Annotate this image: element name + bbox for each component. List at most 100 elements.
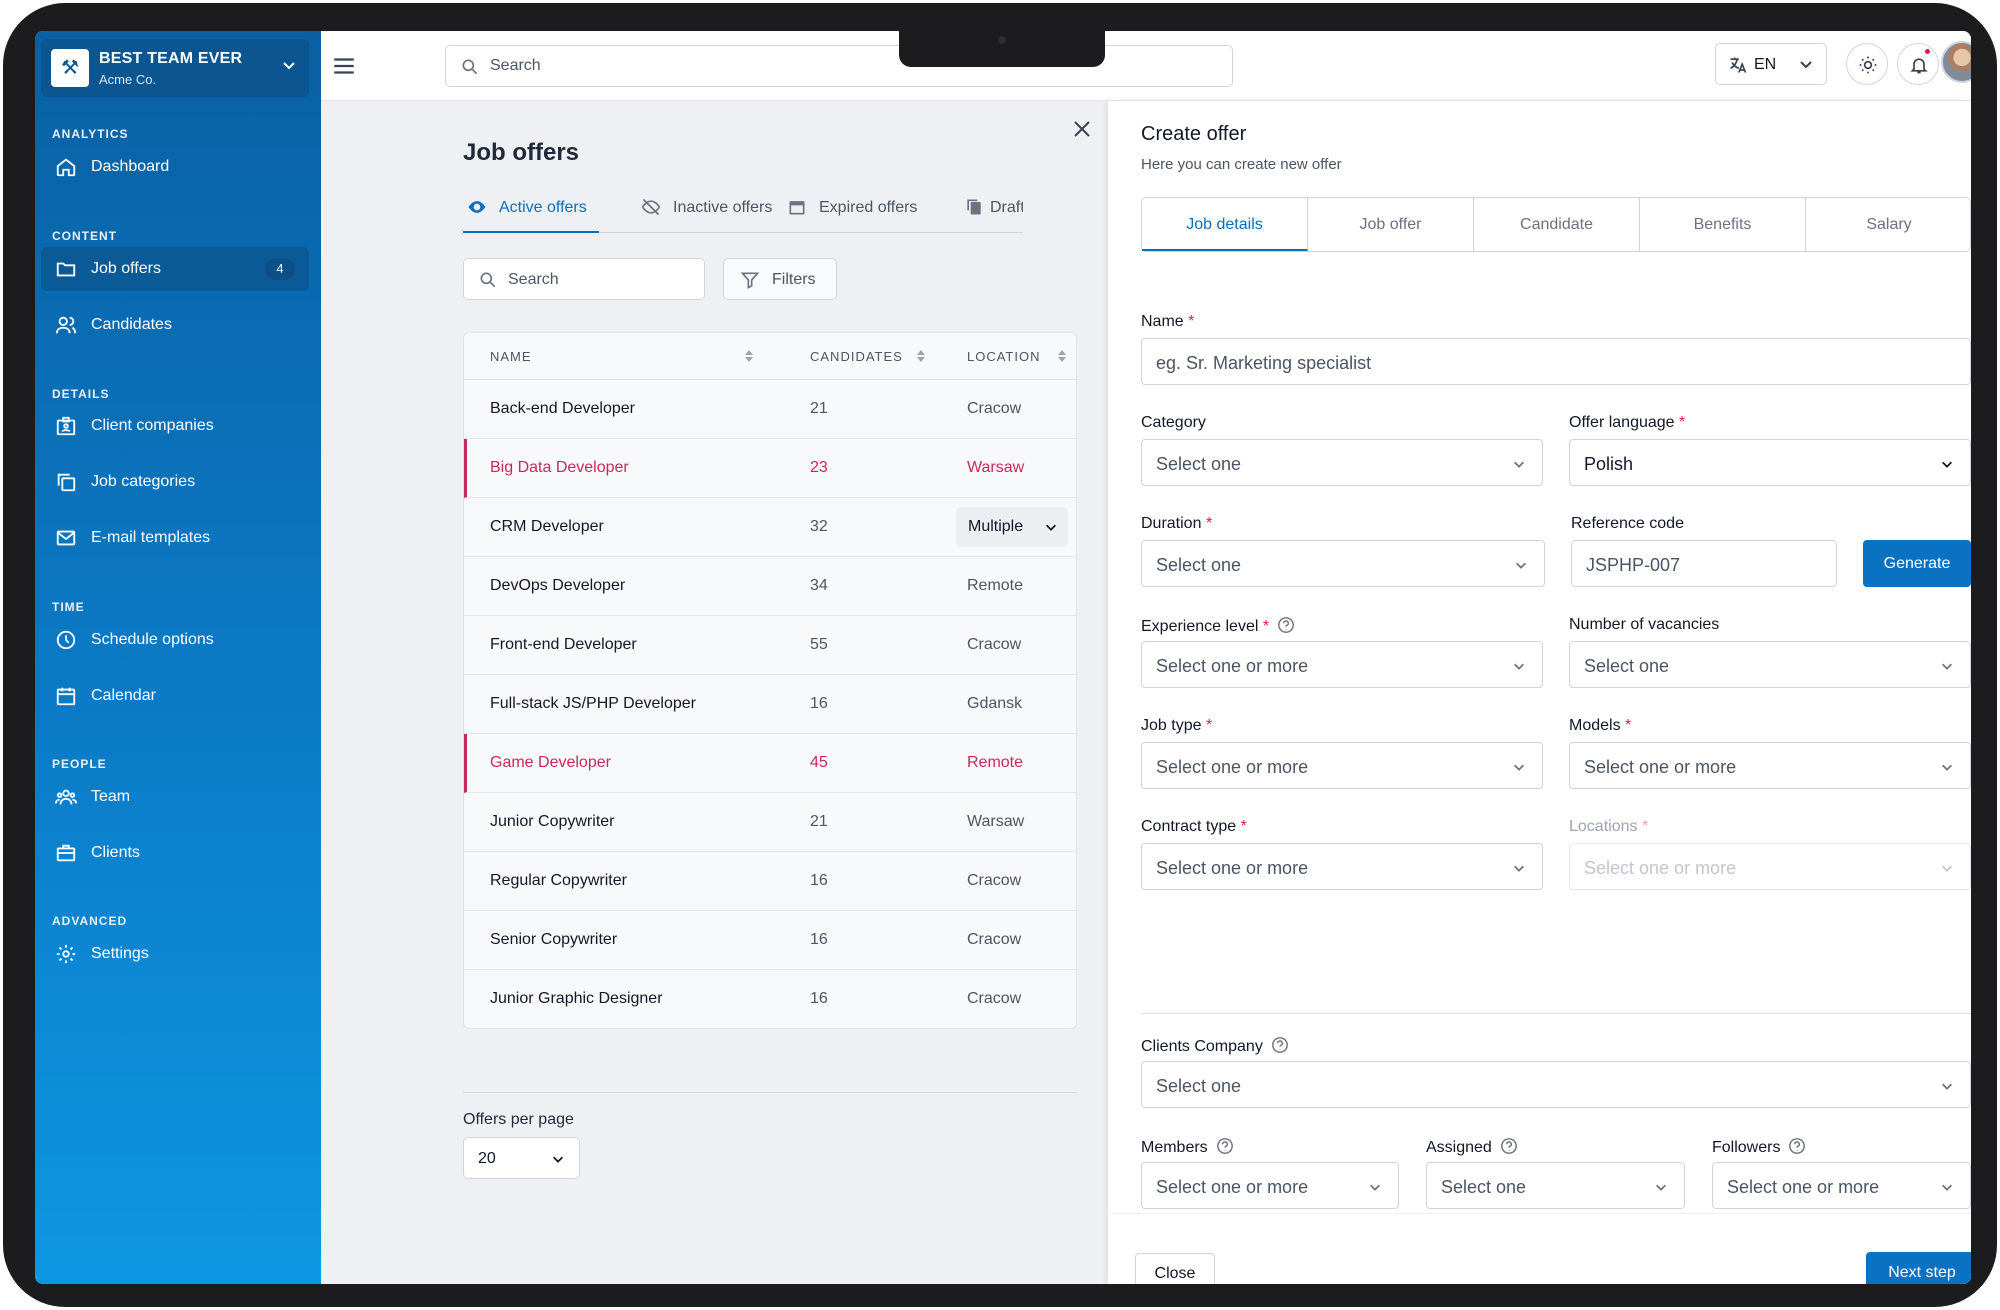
sidebar-item-settings[interactable]: Settings <box>41 932 309 976</box>
clock-icon <box>56 630 76 650</box>
sort-icon[interactable] <box>916 348 926 364</box>
name-input[interactable]: eg. Sr. Marketing specialist <box>1141 338 1971 385</box>
cell-location: Cracow <box>967 636 1022 653</box>
help-icon[interactable] <box>1788 1137 1806 1155</box>
contract-type-select[interactable]: Select one or more <box>1141 843 1543 890</box>
table-row[interactable]: Regular Copywriter 16 Cracow <box>464 852 1076 911</box>
mail-icon <box>56 530 76 546</box>
assigned-label: Assigned <box>1426 1137 1518 1157</box>
table-row[interactable]: Junior Graphic Designer 16 Cracow <box>464 970 1076 1028</box>
cell-candidates: 16 <box>810 931 828 948</box>
vacancies-select[interactable]: Select one <box>1569 641 1971 688</box>
sort-icon[interactable] <box>1057 348 1067 364</box>
sidebar-item-label: Settings <box>91 945 149 962</box>
offers-per-page-select[interactable]: 20 <box>463 1137 580 1179</box>
help-icon[interactable] <box>1500 1137 1518 1155</box>
sidebar-item-team[interactable]: Team <box>41 775 309 819</box>
experience-level-label: Experience level * <box>1141 616 1295 636</box>
tab-expired-offers[interactable]: Expired offers <box>783 181 923 233</box>
chevron-down-icon <box>1942 764 1952 771</box>
sidebar-item-calendar[interactable]: Calendar <box>41 674 309 718</box>
sidebar-item-clients[interactable]: Clients <box>41 831 309 875</box>
duration-value: Select one <box>1156 555 1242 575</box>
sidebar-item-dashboard[interactable]: Dashboard <box>41 145 309 189</box>
language-select[interactable]: EN <box>1715 43 1827 85</box>
cell-name: Full-stack JS/PHP Developer <box>490 695 696 712</box>
sort-icon[interactable] <box>744 348 754 364</box>
location-dropdown-value: Multiple <box>968 518 1024 535</box>
tab-salary[interactable]: Salary <box>1806 198 1971 251</box>
tab-job-details[interactable]: Job details <box>1142 198 1308 251</box>
next-step-button[interactable]: Next step <box>1866 1252 1971 1284</box>
filters-button[interactable]: Filters <box>723 258 837 300</box>
vacancies-label: Number of vacancies <box>1569 616 1720 633</box>
sidebar-item-job-offers[interactable]: Job offers 4 <box>41 247 309 291</box>
job-type-select[interactable]: Select one or more <box>1141 742 1543 789</box>
tab-inactive-offers[interactable]: Inactive offers <box>637 181 787 233</box>
table-row[interactable]: Game Developer 45 Remote <box>464 734 1076 793</box>
close-button[interactable]: Close <box>1135 1253 1215 1284</box>
table-row[interactable]: Front-end Developer 55 Cracow <box>464 616 1076 675</box>
sidebar-item-candidates[interactable]: Candidates <box>41 303 309 347</box>
sidebar-item-client-companies[interactable]: Client companies <box>41 404 309 448</box>
table-row[interactable]: DevOps Developer 34 Remote <box>464 557 1076 616</box>
sidebar-item-email-templates[interactable]: E-mail templates <box>41 516 309 560</box>
location-dropdown[interactable]: Multiple <box>956 507 1068 547</box>
global-search[interactable] <box>445 45 1233 87</box>
close-icon[interactable] <box>1070 117 1094 141</box>
hamburger-menu-icon[interactable] <box>331 53 357 79</box>
generate-button[interactable]: Generate <box>1863 540 1971 587</box>
models-select[interactable]: Select one or more <box>1569 742 1971 789</box>
column-header-location[interactable]: LOCATION <box>967 349 1041 364</box>
sidebar-item-label: Candidates <box>91 316 172 333</box>
section-title-details: DETAILS <box>52 387 110 401</box>
theme-toggle-button[interactable] <box>1846 43 1888 85</box>
chevron-down-icon <box>553 1156 563 1163</box>
tab-benefits[interactable]: Benefits <box>1640 198 1806 251</box>
sidebar-item-label: Dashboard <box>91 158 170 175</box>
tab-active-offers[interactable]: Active offers <box>463 181 599 233</box>
help-icon[interactable] <box>1277 616 1295 634</box>
sidebar-item-schedule-options[interactable]: Schedule options <box>41 618 309 662</box>
search-placeholder: Search <box>508 271 559 288</box>
list-search-input[interactable]: Search <box>463 258 705 300</box>
sidebar-item-label: Calendar <box>91 687 156 704</box>
category-select[interactable]: Select one <box>1141 439 1543 486</box>
members-select[interactable]: Select one or more <box>1141 1162 1399 1209</box>
copy-icon <box>57 473 76 492</box>
notifications-button[interactable] <box>1897 43 1939 85</box>
table-row[interactable]: Junior Copywriter 21 Warsaw <box>464 793 1076 852</box>
cell-candidates: 16 <box>810 695 828 712</box>
offer-language-select[interactable]: Polish <box>1569 439 1971 486</box>
cell-candidates: 34 <box>810 577 828 594</box>
help-icon[interactable] <box>1216 1137 1234 1155</box>
column-header-candidates[interactable]: CANDIDATES <box>810 349 903 364</box>
tab-drafts[interactable]: Drafts <box>960 181 1023 233</box>
duration-select[interactable]: Select one <box>1141 540 1545 587</box>
table-row[interactable]: Big Data Developer 23 Warsaw <box>464 439 1076 498</box>
reference-code-input[interactable]: JSPHP-007 <box>1571 540 1837 587</box>
sidebar-item-job-categories[interactable]: Job categories <box>41 460 309 504</box>
assigned-select[interactable]: Select one <box>1426 1162 1685 1209</box>
experience-level-select[interactable]: Select one or more <box>1141 641 1543 688</box>
team-switcher[interactable]: ⚒ BEST TEAM EVER Acme Co. <box>41 39 309 97</box>
cell-candidates: 23 <box>810 459 828 476</box>
followers-select[interactable]: Select one or more <box>1712 1162 1971 1209</box>
tab-job-offer[interactable]: Job offer <box>1308 198 1474 251</box>
help-icon[interactable] <box>1271 1036 1289 1054</box>
tab-candidate[interactable]: Candidate <box>1474 198 1640 251</box>
table-row[interactable]: Full-stack JS/PHP Developer 16 Gdansk <box>464 675 1076 734</box>
user-avatar[interactable] <box>1941 41 1971 83</box>
table-row[interactable]: Back-end Developer 21 Cracow <box>464 380 1076 439</box>
home-icon <box>56 158 76 177</box>
table-row[interactable]: Senior Copywriter 16 Cracow <box>464 911 1076 970</box>
cell-candidates: 55 <box>810 636 828 653</box>
column-header-name[interactable]: NAME <box>490 349 532 364</box>
clients-company-select[interactable]: Select one <box>1141 1061 1971 1108</box>
cell-location: Warsaw <box>967 459 1025 476</box>
cell-name: CRM Developer <box>490 518 604 535</box>
team-company: Acme Co. <box>99 72 157 87</box>
table-row[interactable]: CRM Developer 32 Multiple <box>464 498 1076 557</box>
page-title: Job offers <box>463 139 580 166</box>
chevron-down-icon <box>1370 1184 1380 1191</box>
